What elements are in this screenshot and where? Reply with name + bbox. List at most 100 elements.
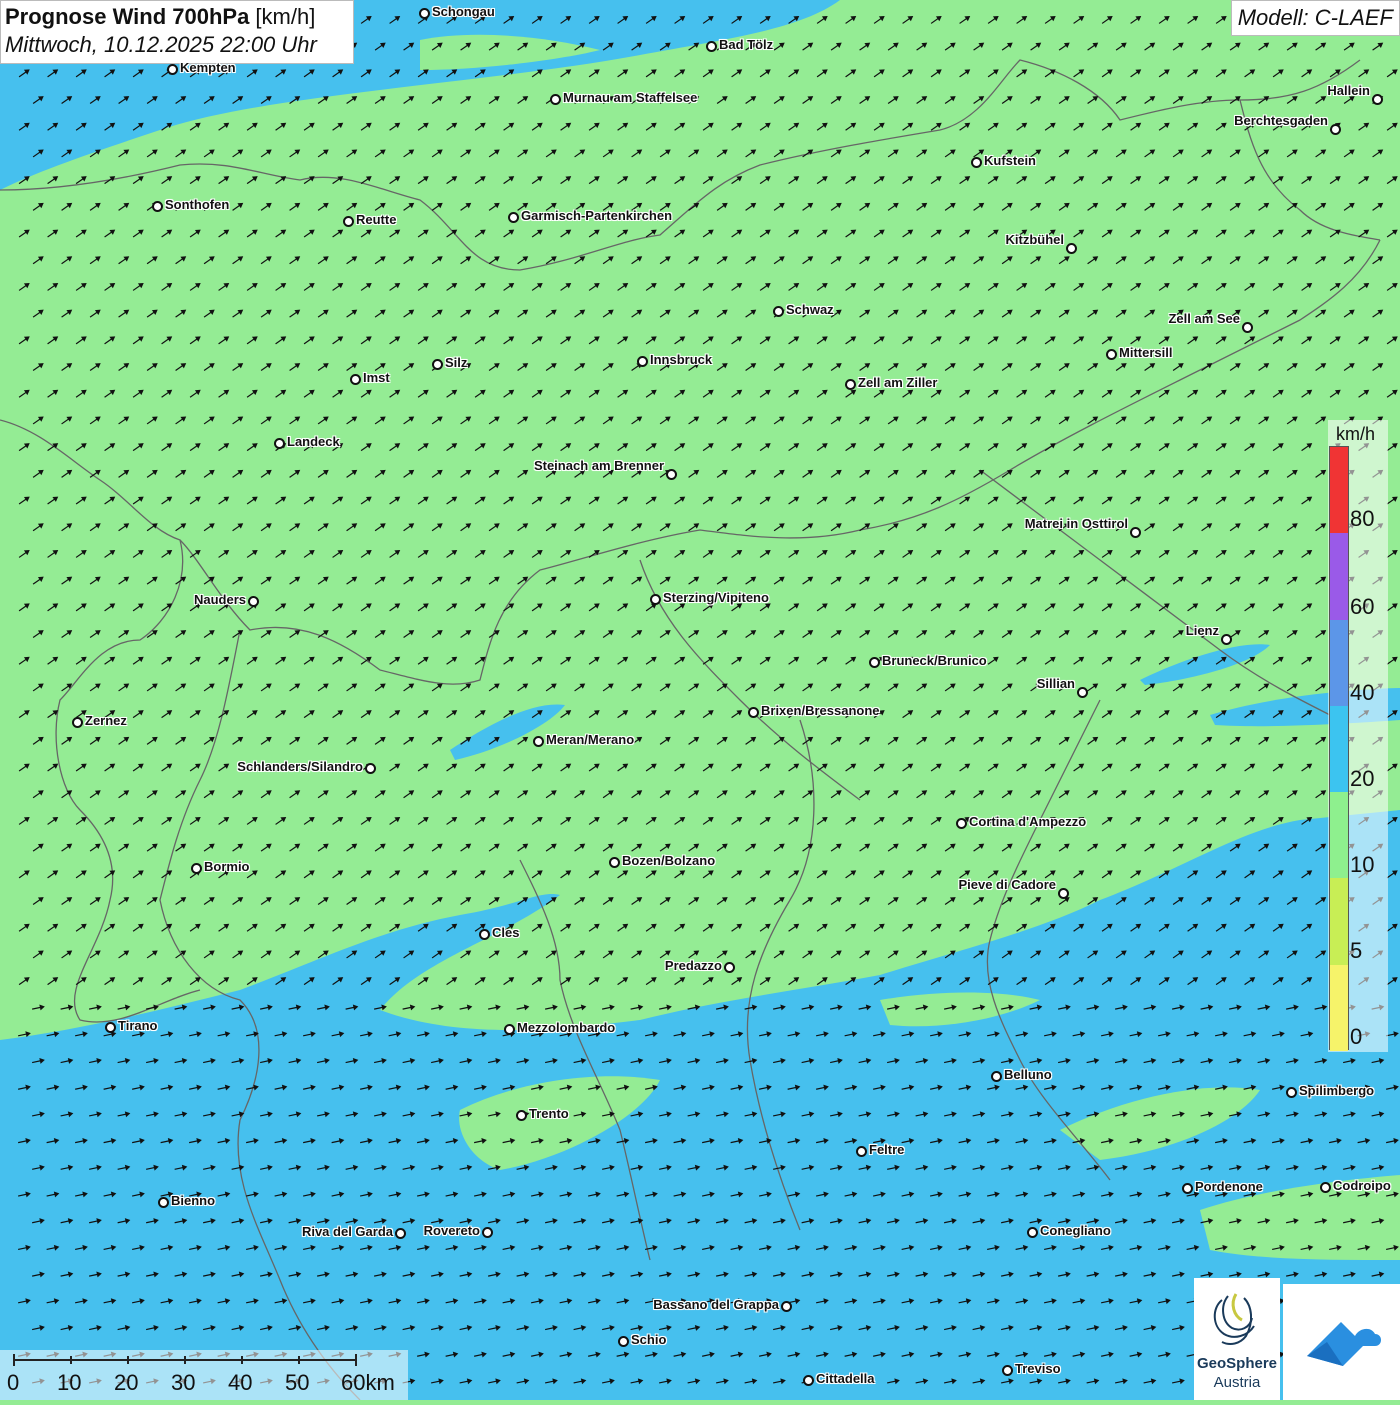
city-marker [781, 1301, 792, 1312]
city-label: Bienno [171, 1193, 215, 1208]
map-title-unit: [km/h] [249, 4, 315, 29]
legend-label: 80 [1350, 506, 1374, 532]
city-marker [748, 707, 759, 718]
city-label: Trento [529, 1106, 569, 1121]
city-label: Tirano [118, 1018, 158, 1033]
scale-label: 50 [285, 1370, 309, 1396]
city-marker [152, 201, 163, 212]
city-label: Silz [445, 355, 467, 370]
city-marker [1106, 349, 1117, 360]
city-marker [803, 1375, 814, 1386]
city-marker [956, 818, 967, 829]
city-label: Bozen/Bolzano [622, 853, 715, 868]
city-label: Belluno [1004, 1067, 1052, 1082]
scale-label: 30 [171, 1370, 195, 1396]
city-marker [72, 717, 83, 728]
city-label: Reutte [356, 212, 396, 227]
model-label: Modell: C-LAEF [1231, 0, 1400, 36]
city-marker [350, 374, 361, 385]
city-label: Bad Tölz [719, 37, 773, 52]
city-label: Riva del Garda [302, 1224, 393, 1239]
city-label: Sterzing/Vipiteno [663, 590, 769, 605]
scale-label: 0 [7, 1370, 19, 1396]
city-label: Kempten [180, 60, 236, 75]
city-label: Steinach am Brenner [534, 458, 664, 473]
city-marker [706, 41, 717, 52]
city-marker [105, 1022, 116, 1033]
legend-label: 60 [1350, 594, 1374, 620]
city-label: Sonthofen [165, 197, 229, 212]
city-marker [666, 469, 677, 480]
city-label: Cittadella [816, 1371, 875, 1386]
geosphere-emblem-icon [1194, 1278, 1280, 1354]
city-marker [971, 157, 982, 168]
city-label: Sillian [1037, 676, 1075, 691]
legend-segment [1330, 447, 1348, 534]
legend-label: 10 [1350, 852, 1374, 878]
map-title-main: Prognose Wind 700hPa [5, 4, 249, 29]
map-title: Prognose Wind 700hPa [km/h] [5, 4, 349, 30]
city-marker [856, 1146, 867, 1157]
city-label: Meran/Merano [546, 732, 634, 747]
app-logo-icon [1283, 1284, 1400, 1400]
city-label: Bassano del Grappa [653, 1297, 779, 1312]
legend-label: 40 [1350, 680, 1374, 706]
geosphere-logo-name: GeoSphere [1194, 1355, 1280, 1372]
city-marker [508, 212, 519, 223]
city-marker [650, 594, 661, 605]
city-marker [845, 379, 856, 390]
city-label: Garmisch-Partenkirchen [521, 208, 672, 223]
city-marker [1286, 1087, 1297, 1098]
city-marker [991, 1071, 1002, 1082]
city-label: Zernez [85, 713, 127, 728]
city-label: Kitzbühel [1006, 232, 1065, 247]
city-marker [869, 657, 880, 668]
city-label: Landeck [287, 434, 340, 449]
city-marker [167, 64, 178, 75]
city-label: Schwaz [786, 302, 834, 317]
city-marker [365, 763, 376, 774]
city-label: Spilimbergo [1299, 1083, 1374, 1098]
city-label: Pordenone [1195, 1179, 1263, 1194]
city-marker [618, 1336, 629, 1347]
geosphere-logo-sub: Austria [1194, 1374, 1280, 1391]
city-label: Schio [631, 1332, 666, 1347]
city-label: Zell am See [1168, 311, 1240, 326]
legend-label: 0 [1350, 1024, 1362, 1050]
city-marker [1077, 687, 1088, 698]
city-marker [1320, 1182, 1331, 1193]
legend-segment [1330, 878, 1348, 965]
city-marker [773, 306, 784, 317]
scale-label: 20 [114, 1370, 138, 1396]
legend-color-bar [1329, 446, 1349, 1050]
city-marker [609, 857, 620, 868]
legend-segment [1330, 792, 1348, 879]
city-label: Zell am Ziller [858, 375, 937, 390]
city-marker [550, 94, 561, 105]
city-marker [191, 863, 202, 874]
legend-label: 5 [1350, 938, 1362, 964]
city-marker [419, 8, 430, 19]
city-label: Codroipo [1333, 1178, 1391, 1193]
city-marker [343, 216, 354, 227]
city-label: Mittersill [1119, 345, 1172, 360]
city-marker [248, 596, 259, 607]
scale-label: 10 [57, 1370, 81, 1396]
legend-segment [1330, 620, 1348, 707]
map-subtitle: Mittwoch, 10.12.2025 22:00 Uhr [5, 32, 349, 58]
city-label: Innsbruck [650, 352, 712, 367]
city-marker [1066, 243, 1077, 254]
city-label: Conegliano [1040, 1223, 1111, 1238]
city-label: Schlanders/Silandro [237, 759, 363, 774]
city-label: Matrei in Osttirol [1025, 516, 1128, 531]
city-marker [1002, 1365, 1013, 1376]
city-label: Predazzo [665, 958, 722, 973]
city-marker [482, 1227, 493, 1238]
city-marker [479, 929, 490, 940]
city-marker [724, 962, 735, 973]
legend-unit: km/h [1336, 424, 1375, 445]
legend-segment [1330, 965, 1348, 1052]
city-marker [1027, 1227, 1038, 1238]
city-label: Kufstein [984, 153, 1036, 168]
city-label: Bruneck/Brunico [882, 653, 987, 668]
